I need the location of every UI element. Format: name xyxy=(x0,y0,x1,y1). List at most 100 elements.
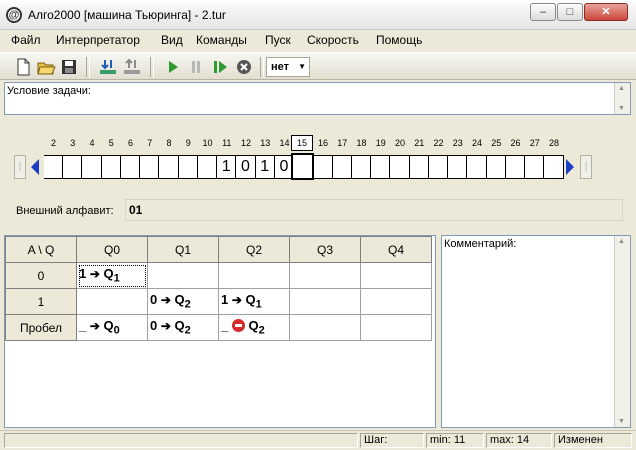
tape-position-number: 3 xyxy=(70,138,76,148)
maximize-button[interactable]: □ xyxy=(557,3,583,21)
next-state-index: 2 xyxy=(184,324,191,337)
transition-cell[interactable] xyxy=(289,262,361,289)
speed-select[interactable]: нет ▼ xyxy=(266,57,310,77)
tape-cell[interactable] xyxy=(102,156,121,178)
tape-cell[interactable] xyxy=(44,156,63,178)
comment-field[interactable]: Комментарий: ▲ ▼ xyxy=(441,235,631,428)
save-icon[interactable] xyxy=(58,56,80,78)
tape-cell[interactable] xyxy=(160,156,179,178)
tape-cell[interactable]: 0 xyxy=(237,156,256,178)
transition-cell[interactable]: 0 ➔ Q2 xyxy=(147,288,219,315)
tape-cell[interactable] xyxy=(371,156,391,178)
new-file-icon[interactable] xyxy=(12,56,34,78)
save-tape-icon[interactable] xyxy=(121,56,143,78)
next-state-index: 2 xyxy=(258,324,265,337)
transition-cell[interactable] xyxy=(76,288,148,315)
tape-cell[interactable] xyxy=(391,156,410,178)
open-folder-icon[interactable] xyxy=(35,56,57,78)
tape-cell[interactable] xyxy=(140,156,160,178)
alphabet-field[interactable]: 01 xyxy=(125,199,623,221)
tape-position-number: 9 xyxy=(185,138,191,148)
tape-cell[interactable] xyxy=(545,156,564,178)
tape-scroll-left-icon[interactable] xyxy=(28,157,42,177)
halt-icon xyxy=(231,319,245,333)
tape-cell[interactable] xyxy=(198,156,217,178)
tape-cell[interactable] xyxy=(468,156,487,178)
tape-cell[interactable] xyxy=(525,156,545,178)
transition-cell[interactable] xyxy=(289,314,361,341)
symbol-header[interactable]: Пробел xyxy=(5,314,77,341)
menu-file[interactable]: Файл xyxy=(11,33,41,47)
tape-cell[interactable] xyxy=(121,156,140,178)
symbol-header[interactable]: 0 xyxy=(5,262,77,289)
state-header[interactable]: Q1 xyxy=(147,236,219,263)
state-header[interactable]: Q3 xyxy=(289,236,361,263)
load-tape-icon[interactable] xyxy=(97,56,119,78)
state-header[interactable]: Q0 xyxy=(76,236,148,263)
tape-cell[interactable] xyxy=(83,156,102,178)
transition-cell[interactable]: 1 ➔ Q1 xyxy=(218,288,290,315)
scroll-down-icon[interactable]: ▼ xyxy=(618,418,625,425)
tape-cell[interactable] xyxy=(179,156,198,178)
write-symbol: _ xyxy=(221,318,229,334)
scroll-down-icon[interactable]: ▼ xyxy=(618,105,625,112)
transition-cell[interactable] xyxy=(289,288,361,315)
alphabet-label: Внешний алфавит: xyxy=(16,205,114,217)
minimize-button[interactable]: – xyxy=(530,3,556,21)
transition-cell[interactable] xyxy=(360,262,432,289)
symbol-header[interactable]: 1 xyxy=(5,288,77,315)
tape-cell[interactable]: 1 xyxy=(256,156,275,178)
tape-position-number: 5 xyxy=(108,138,114,148)
title-bar[interactable]: @ Алго2000 [машина Тьюринга] - 2.tur – □… xyxy=(0,0,636,30)
speed-value: нет xyxy=(271,61,290,73)
transition-cell[interactable]: _ ➔ Q0 xyxy=(76,314,148,341)
tape-cell[interactable] xyxy=(314,156,333,178)
table-corner: A \ Q xyxy=(5,236,77,263)
transition-cell[interactable] xyxy=(218,262,290,289)
close-button[interactable]: ✕ xyxy=(584,3,628,21)
tape-head-cell[interactable] xyxy=(291,153,314,180)
menu-help[interactable]: Помощь xyxy=(376,33,422,47)
comment-scrollbar[interactable]: ▲ ▼ xyxy=(614,236,630,427)
tape-cell[interactable] xyxy=(352,156,371,178)
tape-position-number: 19 xyxy=(375,138,386,148)
menu-speed[interactable]: Скорость xyxy=(307,33,359,47)
tape-scroll-right-icon[interactable] xyxy=(563,157,577,177)
task-scrollbar[interactable]: ▲ ▼ xyxy=(614,83,630,114)
move-right-icon: ➔ xyxy=(160,293,171,308)
tape-right-end[interactable]: | xyxy=(580,155,592,179)
tape-cell[interactable] xyxy=(429,156,448,178)
tape-cell[interactable] xyxy=(448,156,468,178)
tape-cell[interactable] xyxy=(333,156,352,178)
table-row: 0 1 ➔ Q1 xyxy=(5,262,432,289)
transition-cell[interactable] xyxy=(360,314,432,341)
tape-left-end[interactable]: | xyxy=(14,155,26,179)
transition-cell[interactable]: 0 ➔ Q2 xyxy=(147,314,219,341)
step-icon[interactable] xyxy=(209,56,231,78)
pause-icon[interactable] xyxy=(185,56,207,78)
table-header-row: A \ Q Q0 Q1 Q2 Q3 Q4 xyxy=(5,236,432,263)
transition-cell[interactable]: 1 ➔ Q1 xyxy=(76,262,148,289)
tape-cell[interactable] xyxy=(506,156,525,178)
tape-cell[interactable]: 1 xyxy=(217,156,237,178)
task-condition-field[interactable]: Условие задачи: ▲ ▼ xyxy=(4,82,631,115)
menu-interpreter[interactable]: Интерпретатор xyxy=(56,33,140,47)
state-header[interactable]: Q2 xyxy=(218,236,290,263)
menu-run[interactable]: Пуск xyxy=(265,33,291,47)
stop-icon[interactable] xyxy=(233,56,255,78)
write-symbol: _ xyxy=(79,318,87,334)
tape-cell[interactable] xyxy=(487,156,506,178)
status-modified: Изменен xyxy=(554,433,632,448)
transition-cell[interactable]: _ Q2 xyxy=(218,314,290,341)
tape-cell[interactable] xyxy=(410,156,429,178)
scroll-up-icon[interactable]: ▲ xyxy=(618,85,625,92)
scroll-up-icon[interactable]: ▲ xyxy=(618,238,625,245)
run-icon[interactable] xyxy=(162,56,184,78)
menu-commands[interactable]: Команды xyxy=(196,33,247,47)
tape-cell[interactable] xyxy=(63,156,83,178)
transition-cell[interactable] xyxy=(147,262,219,289)
app-icon[interactable]: @ xyxy=(6,7,22,23)
state-header[interactable]: Q4 xyxy=(360,236,432,263)
transition-cell[interactable] xyxy=(360,288,432,315)
menu-view[interactable]: Вид xyxy=(161,33,183,47)
